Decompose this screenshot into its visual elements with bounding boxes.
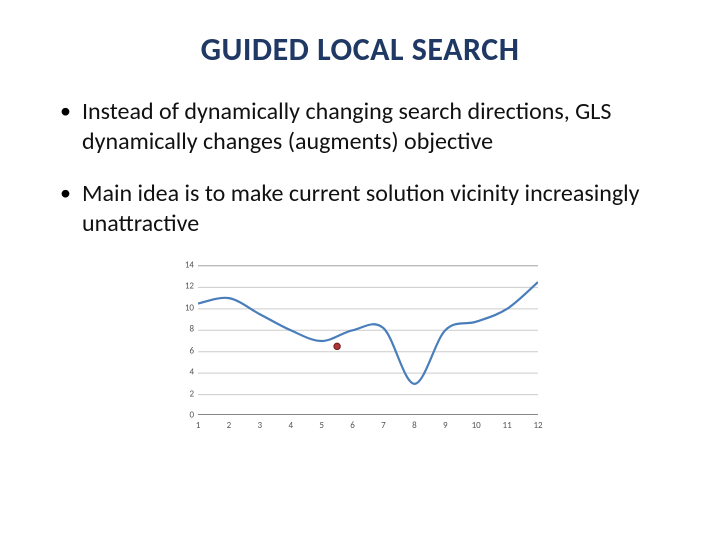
x-tick-label: 10 (472, 420, 481, 431)
y-tick-label: 8 (170, 324, 194, 335)
series-objective (198, 282, 538, 384)
x-tick-label: 4 (288, 420, 293, 431)
chart-svg (198, 266, 538, 416)
x-tick-label: 9 (443, 420, 448, 431)
gridlines (198, 266, 538, 395)
bullet-item: Main idea is to make current solution vi… (60, 179, 680, 239)
y-tick-label: 0 (170, 410, 194, 421)
y-tick-label: 10 (170, 302, 194, 313)
y-tick-label: 2 (170, 388, 194, 399)
y-tick-label: 14 (170, 260, 194, 271)
bullet-list: Instead of dynamically changing search d… (40, 97, 680, 239)
current-solution-marker (334, 343, 340, 349)
x-tick-label: 2 (227, 420, 232, 431)
x-tick-label: 12 (533, 420, 542, 431)
y-tick-label: 4 (170, 367, 194, 378)
x-tick-label: 7 (381, 420, 386, 431)
x-tick-label: 3 (258, 420, 263, 431)
x-tick-label: 1 (196, 420, 201, 431)
chart-container: 02468101214 123456789101112 (170, 261, 550, 441)
page-title: GUIDED LOCAL SEARCH (40, 30, 680, 69)
plot-area (198, 265, 538, 415)
y-tick-label: 6 (170, 345, 194, 356)
line-chart: 02468101214 123456789101112 (170, 261, 550, 441)
y-tick-label: 12 (170, 281, 194, 292)
bullet-item: Instead of dynamically changing search d… (60, 97, 680, 157)
x-tick-label: 11 (503, 420, 512, 431)
x-tick-label: 5 (319, 420, 324, 431)
x-tick-label: 6 (350, 420, 355, 431)
x-tick-label: 8 (412, 420, 417, 431)
